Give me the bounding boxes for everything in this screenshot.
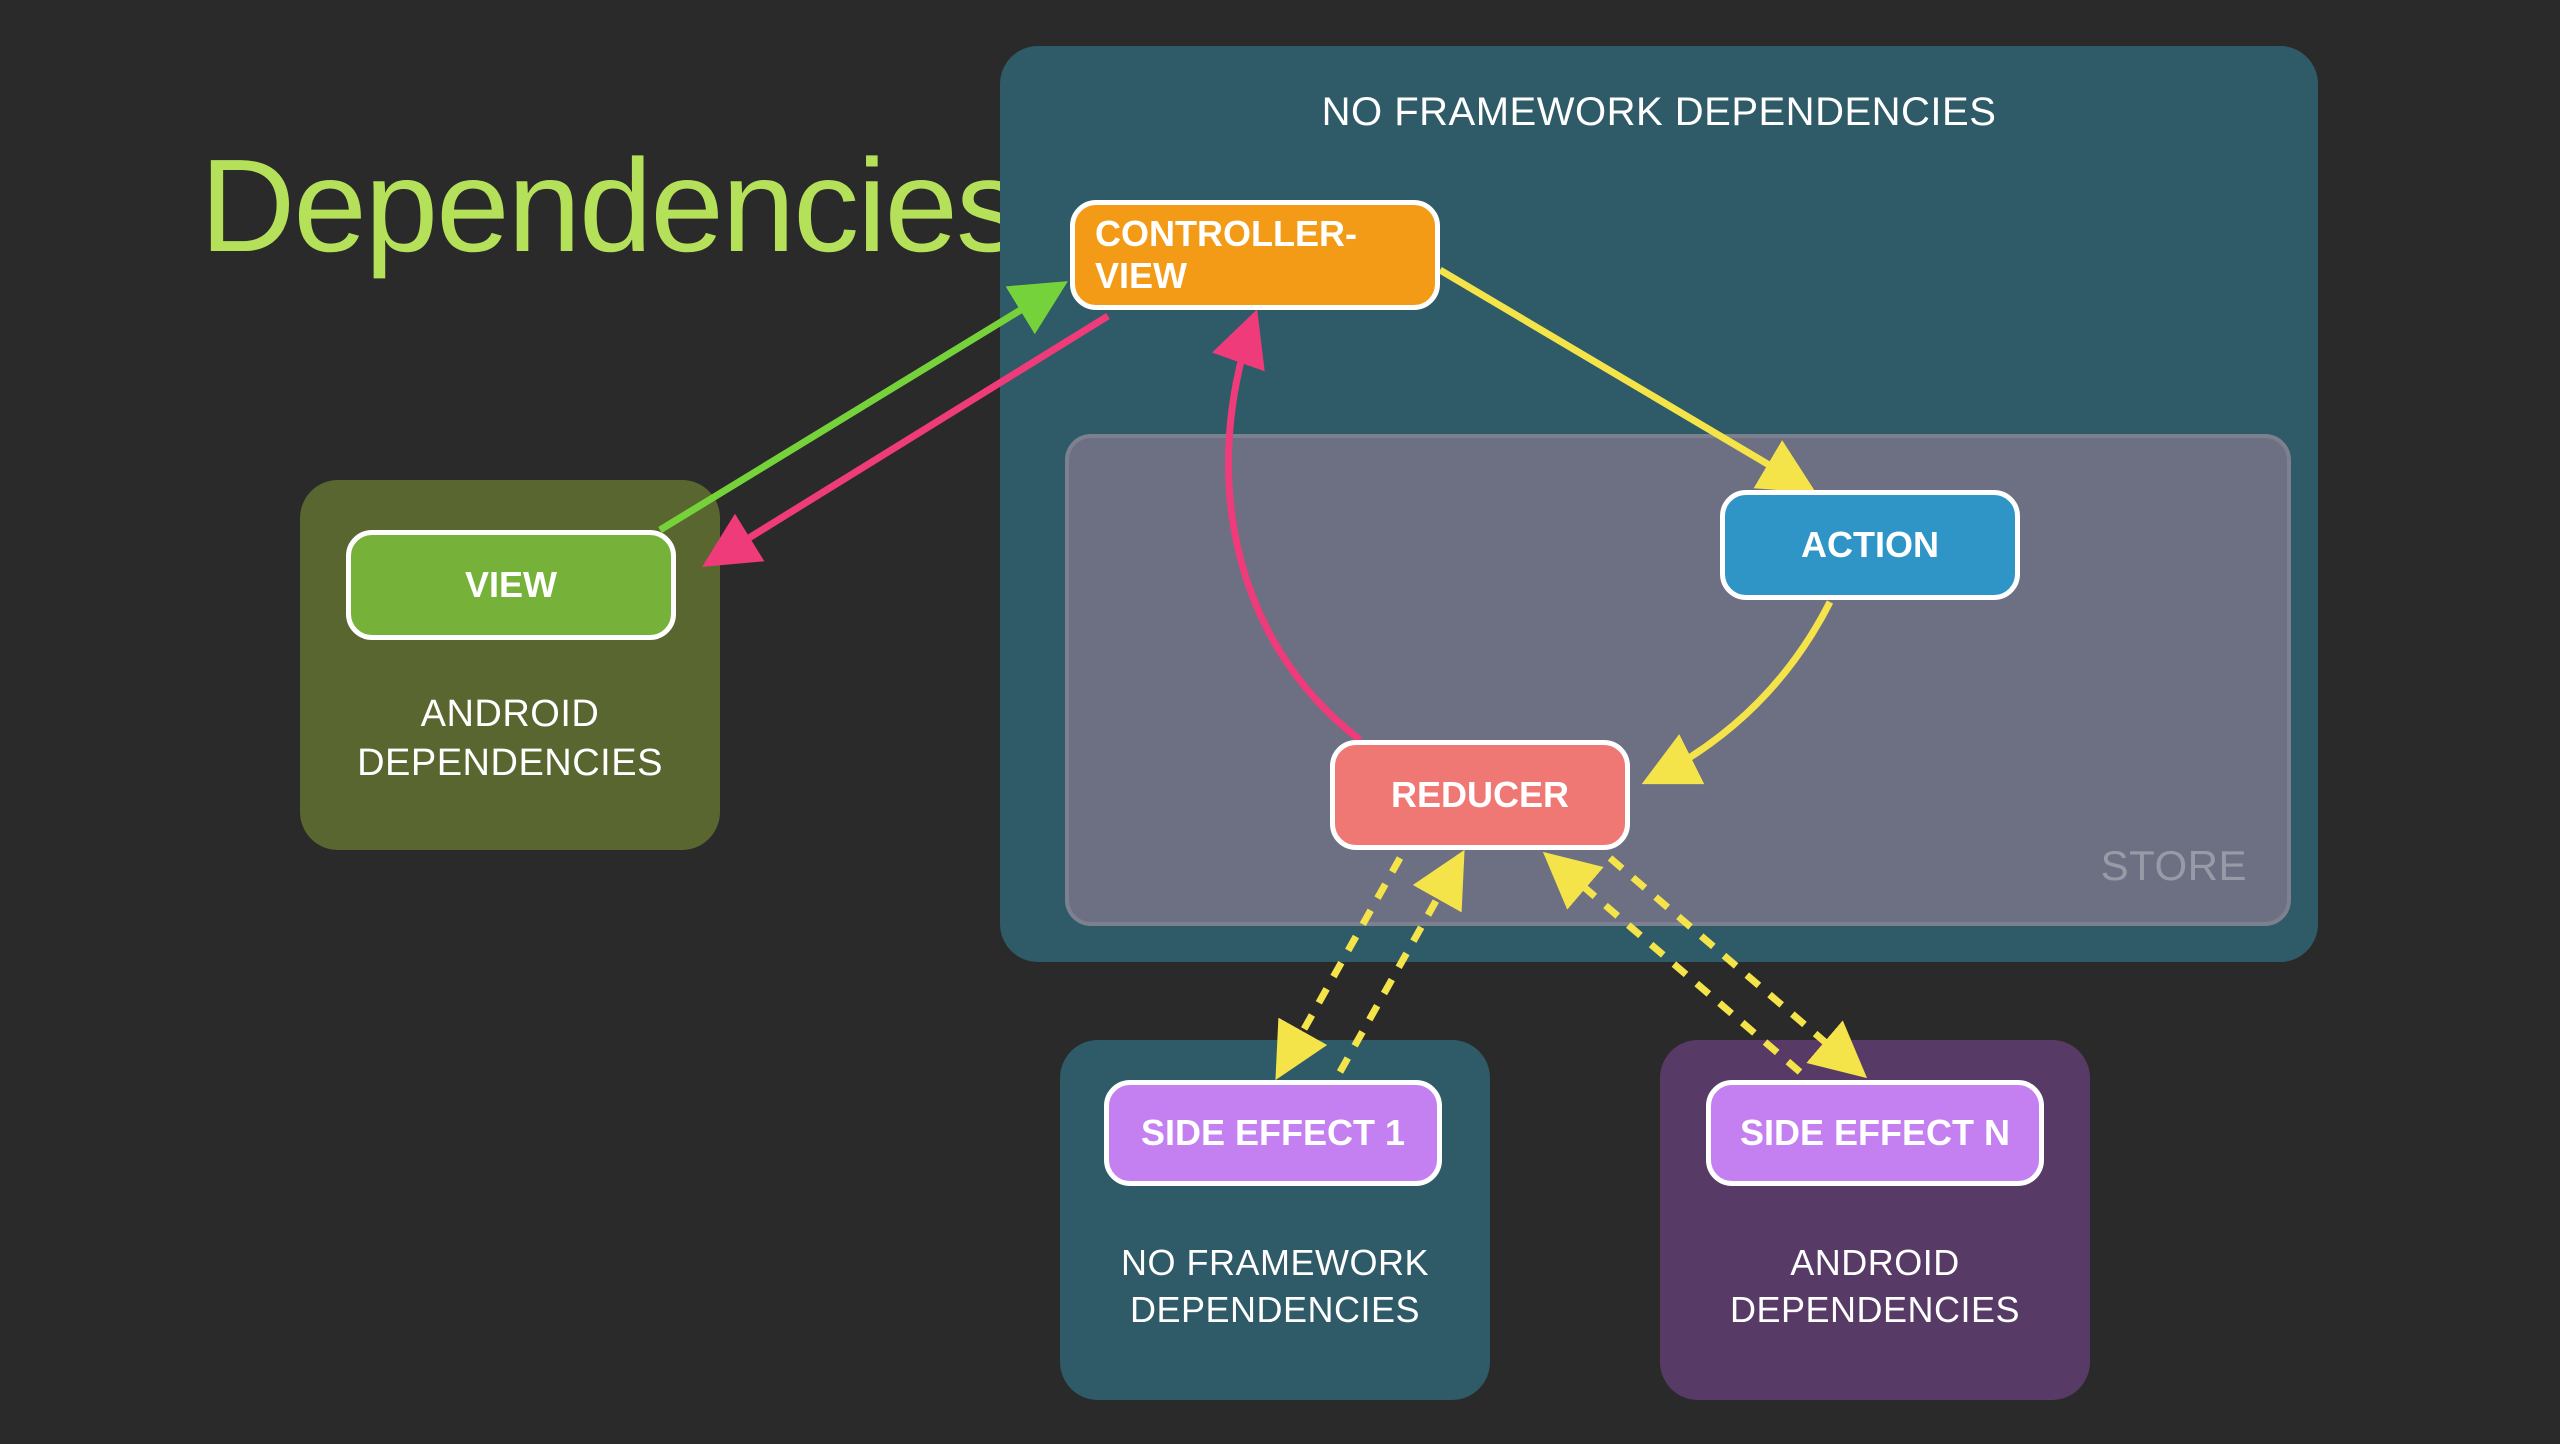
- node-action-label: ACTION: [1801, 524, 1939, 566]
- side-effect-1-caption-line2: DEPENDENCIES: [1130, 1289, 1420, 1330]
- node-side-effect-1-label: SIDE EFFECT 1: [1141, 1112, 1405, 1154]
- node-side-effect-n-label: SIDE EFFECT N: [1740, 1112, 2010, 1154]
- node-reducer-label: REDUCER: [1391, 774, 1569, 816]
- diagram-stage: Dependencies NO FRAMEWORK DEPENDENCIES S…: [0, 0, 2560, 1444]
- android-view-caption-line1: ANDROID: [421, 693, 600, 735]
- side-effect-n-caption: ANDROID DEPENDENCIES: [1660, 1240, 2090, 1334]
- slide-title: Dependencies: [200, 130, 1020, 281]
- node-view-label: VIEW: [465, 564, 557, 606]
- node-controller-view: CONTROLLER-VIEW: [1070, 200, 1440, 310]
- store-label: STORE: [2101, 842, 2247, 890]
- no-framework-label: NO FRAMEWORK DEPENDENCIES: [1000, 90, 2318, 135]
- node-reducer: REDUCER: [1330, 740, 1630, 850]
- side-effect-n-caption-line1: ANDROID: [1790, 1242, 1960, 1283]
- node-view: VIEW: [346, 530, 676, 640]
- node-action: ACTION: [1720, 490, 2020, 600]
- node-side-effect-n: SIDE EFFECT N: [1706, 1080, 2044, 1186]
- android-view-caption-line2: DEPENDENCIES: [357, 742, 663, 784]
- node-side-effect-1: SIDE EFFECT 1: [1104, 1080, 1442, 1186]
- store-container: STORE: [1065, 434, 2291, 926]
- side-effect-n-caption-line2: DEPENDENCIES: [1730, 1289, 2020, 1330]
- android-view-caption: ANDROID DEPENDENCIES: [300, 690, 720, 789]
- node-controller-view-label: CONTROLLER-VIEW: [1095, 213, 1415, 297]
- side-effect-1-caption: NO FRAMEWORK DEPENDENCIES: [1060, 1240, 1490, 1334]
- side-effect-1-caption-line1: NO FRAMEWORK: [1121, 1242, 1429, 1283]
